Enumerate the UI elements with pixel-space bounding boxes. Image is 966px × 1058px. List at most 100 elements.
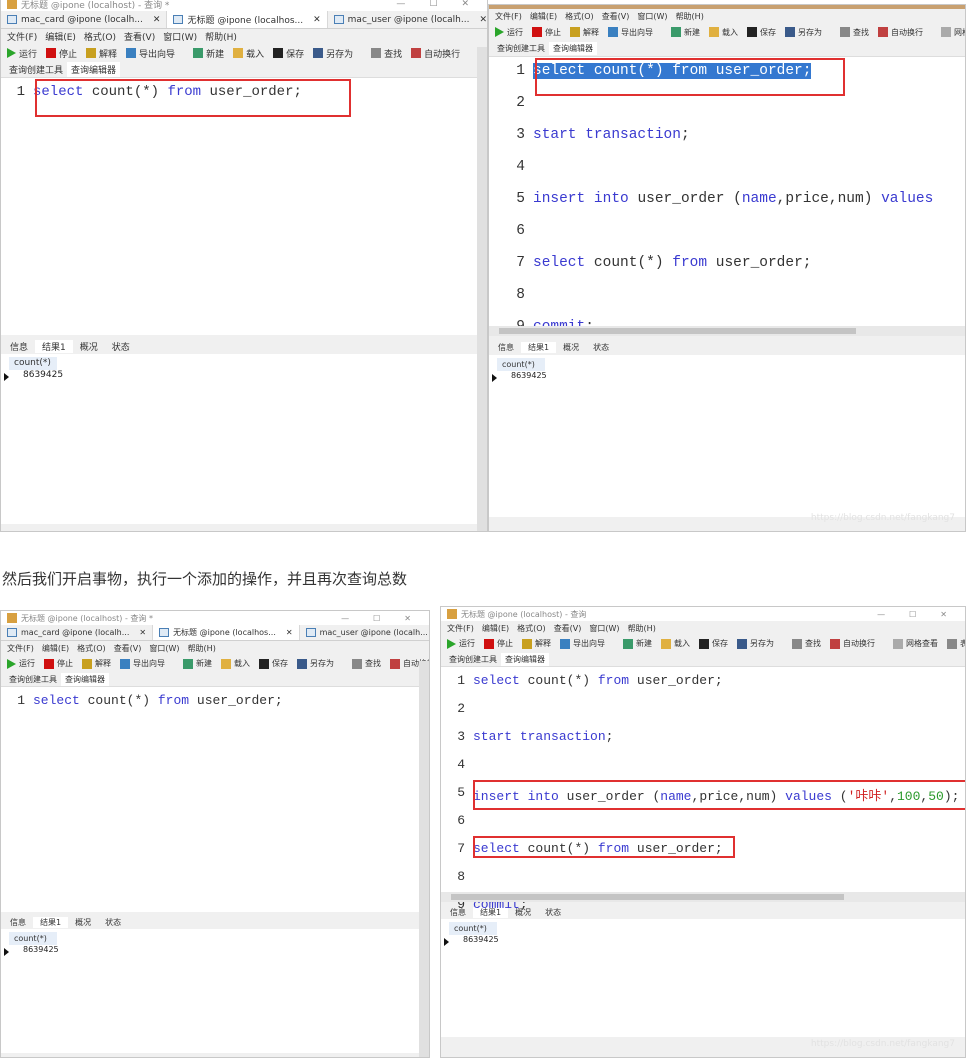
result-cell[interactable]: 8639425 xyxy=(23,370,63,380)
toolbar-button[interactable]: 网格查看 xyxy=(941,27,965,38)
result-tab[interactable]: 信息 xyxy=(491,342,521,353)
toolbar-button[interactable]: 导出向导 xyxy=(126,47,175,60)
toolbar-button[interactable]: 保存 xyxy=(699,638,728,649)
toolbar-button[interactable]: 导出向导 xyxy=(560,638,605,649)
document-tab[interactable]: mac_card @ipone (localh... ✕ xyxy=(1,625,154,640)
menu-item[interactable]: 查看(V) xyxy=(554,623,582,634)
toolbar-button[interactable]: 另存为 xyxy=(737,638,774,649)
subtab[interactable]: 查询创建工具 xyxy=(445,653,501,666)
scrollbar-thumb[interactable] xyxy=(451,894,844,900)
toolbar-button[interactable]: 停止 xyxy=(532,27,561,38)
subtab[interactable]: 查询编辑器 xyxy=(501,652,549,666)
result-tab[interactable]: 概况 xyxy=(68,917,98,928)
menu-item[interactable]: 文件(F) xyxy=(447,623,474,634)
subtab[interactable]: 查询创建工具 xyxy=(493,42,549,55)
menu-item[interactable]: 查看(V) xyxy=(602,11,630,22)
subtab[interactable]: 查询创建工具 xyxy=(5,673,61,686)
close-button[interactable]: ✕ xyxy=(404,614,411,623)
result-tab[interactable]: 结果1 xyxy=(35,339,73,353)
result-tab[interactable]: 结果1 xyxy=(521,341,557,353)
toolbar-button[interactable]: 保存 xyxy=(747,27,776,38)
toolbar-button[interactable]: 运行 xyxy=(7,658,35,669)
menu-item[interactable]: 帮助(H) xyxy=(188,643,216,654)
document-tab[interactable]: 无标题 @ipone (localhos... ✕ xyxy=(153,625,300,640)
result-tab[interactable]: 状态 xyxy=(105,340,137,353)
toolbar-button[interactable]: 导出向导 xyxy=(120,658,165,669)
close-tab-icon[interactable]: ✕ xyxy=(139,628,146,637)
toolbar-button[interactable]: 查找 xyxy=(792,638,821,649)
menu-item[interactable]: 格式(O) xyxy=(565,11,594,22)
menu-item[interactable]: 文件(F) xyxy=(7,643,34,654)
toolbar-button[interactable]: 另存为 xyxy=(313,47,353,60)
result-cell[interactable]: 8639425 xyxy=(511,371,547,380)
toolbar-button[interactable]: 另存为 xyxy=(297,658,334,669)
close-button[interactable]: ✕ xyxy=(940,610,947,619)
subtab[interactable]: 查询编辑器 xyxy=(67,62,121,77)
menu-item[interactable]: 窗口(W) xyxy=(637,11,667,22)
menu-item[interactable]: 查看(V) xyxy=(114,643,142,654)
vertical-scrollbar[interactable] xyxy=(477,47,487,531)
toolbar-button[interactable]: 自动换行 xyxy=(878,27,923,38)
result-tab[interactable]: 状态 xyxy=(98,917,128,928)
minimize-button[interactable]: — xyxy=(396,0,405,9)
toolbar-button[interactable]: 查找 xyxy=(352,658,381,669)
result-tab[interactable]: 信息 xyxy=(3,340,35,353)
menu-item[interactable]: 格式(O) xyxy=(84,30,116,43)
toolbar-button[interactable]: 载入 xyxy=(221,658,250,669)
toolbar-button[interactable]: 新建 xyxy=(623,638,652,649)
menu-item[interactable]: 格式(O) xyxy=(517,623,546,634)
toolbar-button[interactable]: 解释 xyxy=(82,658,111,669)
toolbar-button[interactable]: 运行 xyxy=(495,27,523,38)
column-header[interactable]: count(*) xyxy=(9,357,57,370)
toolbar-button[interactable]: 网格查看 xyxy=(893,638,938,649)
toolbar-button[interactable]: 新建 xyxy=(671,27,700,38)
subtab[interactable]: 查询创建工具 xyxy=(5,62,67,77)
toolbar-button[interactable]: 自动换行 xyxy=(411,47,460,60)
minimize-button[interactable]: — xyxy=(877,610,885,619)
toolbar-button[interactable]: 解释 xyxy=(86,47,117,60)
toolbar-button[interactable]: 载入 xyxy=(709,27,738,38)
menu-item[interactable]: 格式(O) xyxy=(77,643,106,654)
toolbar-button[interactable]: 载入 xyxy=(233,47,264,60)
result-tab[interactable]: 状态 xyxy=(538,907,568,918)
toolbar-button[interactable]: 保存 xyxy=(259,658,288,669)
menu-item[interactable]: 窗口(W) xyxy=(589,623,619,634)
maximize-button[interactable]: ☐ xyxy=(909,610,916,619)
menu-item[interactable]: 窗口(W) xyxy=(149,643,179,654)
sql-editor[interactable]: 1 select count(*) from user_order; 2 3 start… xyxy=(489,56,965,336)
sql-editor[interactable]: 1 select count(*) from user_order; 2 3 start… xyxy=(441,666,965,912)
menu-item[interactable]: 查看(V) xyxy=(124,30,155,43)
toolbar-button[interactable]: 保存 xyxy=(273,47,304,60)
close-tab-icon[interactable]: ✕ xyxy=(153,15,161,25)
menu-item[interactable]: 编辑(E) xyxy=(45,30,76,43)
subtab[interactable]: 查询编辑器 xyxy=(549,42,597,55)
column-header[interactable]: count(*) xyxy=(9,932,57,945)
close-tab-icon[interactable]: ✕ xyxy=(313,15,321,25)
scrollbar-thumb[interactable] xyxy=(499,328,856,334)
toolbar-button[interactable]: 停止 xyxy=(44,658,73,669)
maximize-button[interactable]: ☐ xyxy=(373,614,380,623)
toolbar-button[interactable]: 运行 xyxy=(447,638,475,649)
result-tab[interactable]: 信息 xyxy=(3,917,33,928)
result-tab[interactable]: 结果1 xyxy=(33,916,69,928)
document-tab[interactable]: 无标题 @ipone (localhos... ✕ xyxy=(167,11,328,28)
result-cell[interactable]: 8639425 xyxy=(23,945,59,954)
result-tab[interactable]: 概况 xyxy=(556,342,586,353)
subtab[interactable]: 查询编辑器 xyxy=(61,672,109,686)
toolbar-button[interactable]: 新建 xyxy=(193,47,224,60)
result-tab[interactable]: 概况 xyxy=(73,340,105,353)
toolbar-button[interactable]: 停止 xyxy=(484,638,513,649)
toolbar-button[interactable]: 载入 xyxy=(661,638,690,649)
menu-item[interactable]: 编辑(E) xyxy=(482,623,509,634)
menu-item[interactable]: 帮助(H) xyxy=(628,623,656,634)
menu-item[interactable]: 帮助(H) xyxy=(676,11,704,22)
toolbar-button[interactable]: 新建 xyxy=(183,658,212,669)
document-tab[interactable]: mac_user @ipone (localh...✕ xyxy=(300,625,429,640)
menu-item[interactable]: 文件(F) xyxy=(7,30,37,43)
menu-item[interactable]: 帮助(H) xyxy=(205,30,237,43)
menu-item[interactable]: 编辑(E) xyxy=(42,643,69,654)
document-tab[interactable]: mac_user @ipone (localh...✕ xyxy=(328,11,487,28)
result-cell[interactable]: 8639425 xyxy=(463,935,499,944)
toolbar-button[interactable]: 查找 xyxy=(371,47,402,60)
sql-editor[interactable]: 1 select count(*) from user_order; xyxy=(1,77,487,335)
